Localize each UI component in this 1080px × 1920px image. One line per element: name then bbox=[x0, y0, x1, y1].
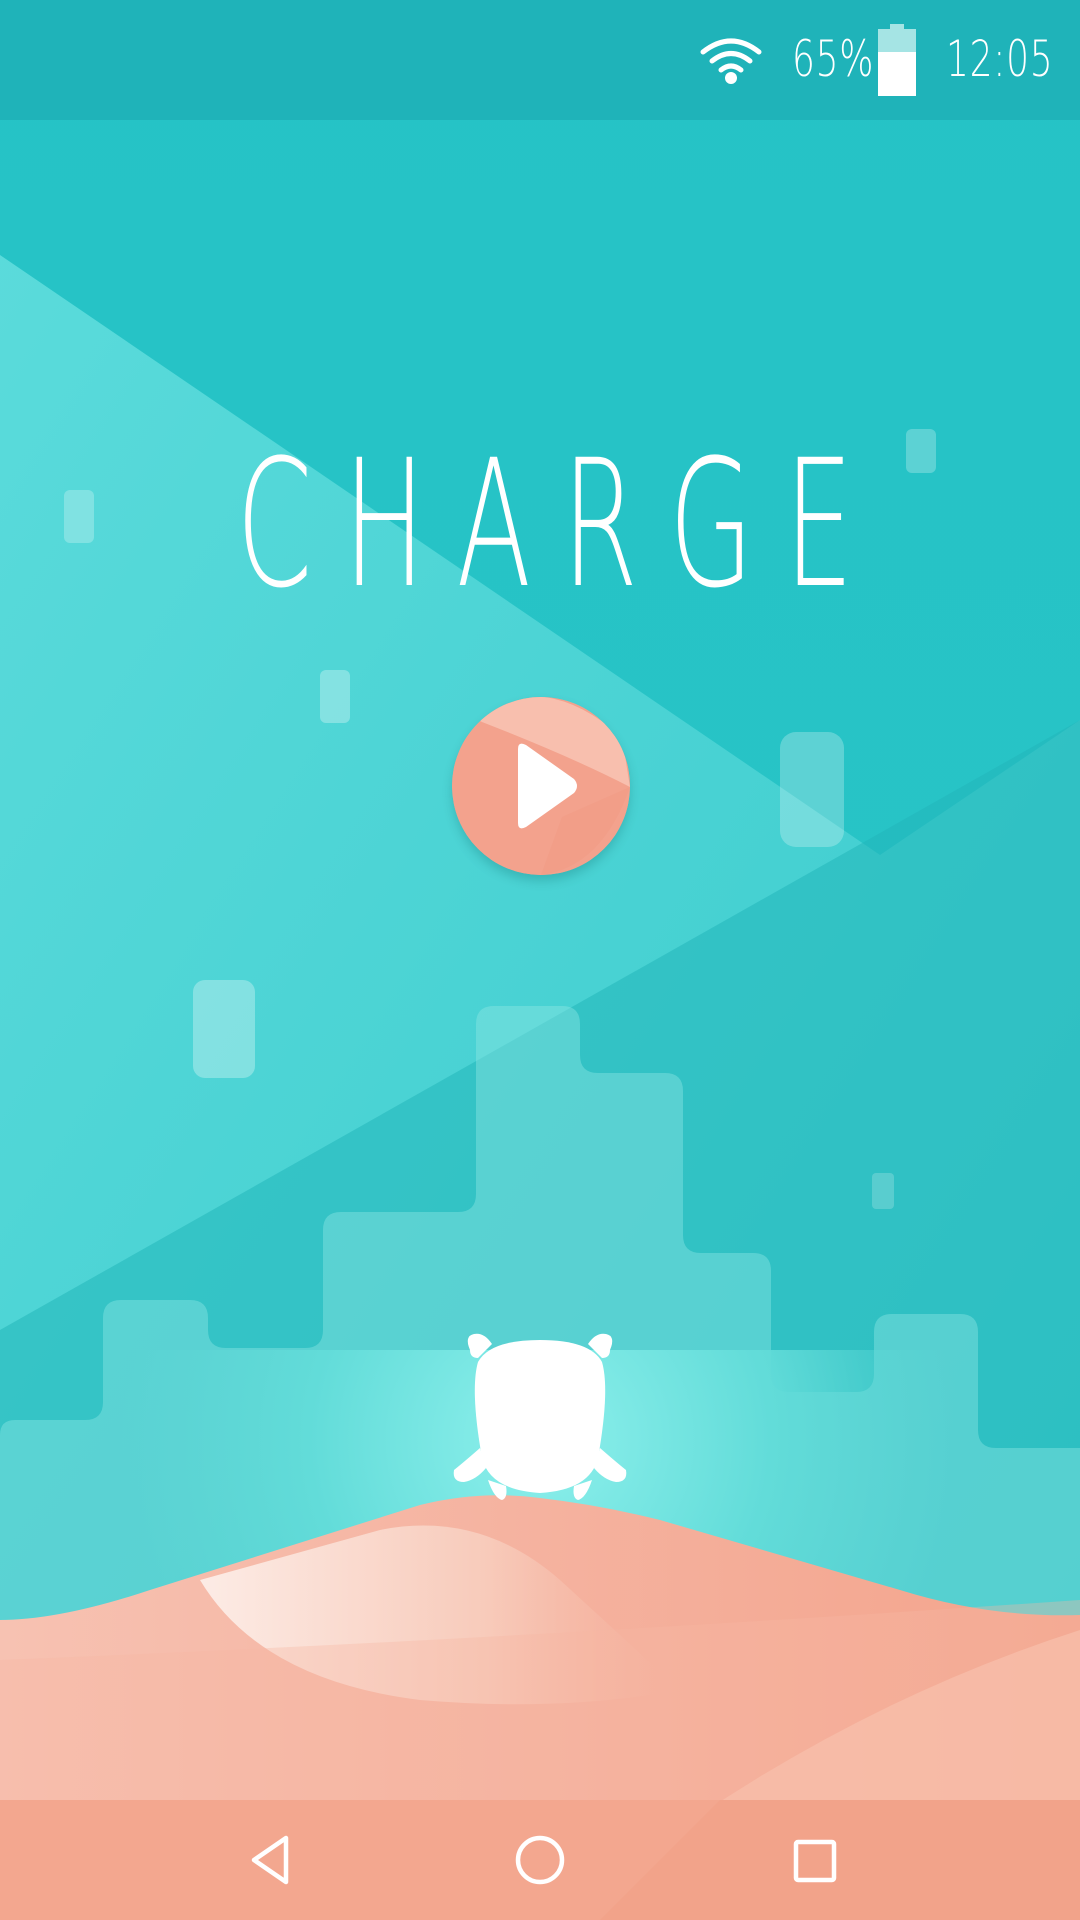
creature-mascot-icon bbox=[453, 1333, 627, 1500]
home-circle-icon bbox=[515, 1835, 565, 1885]
clock-text: 12:05 bbox=[946, 30, 1054, 88]
nav-back-button[interactable] bbox=[190, 1800, 350, 1920]
game-screen: 65% 12:05 CHARGE bbox=[0, 0, 1080, 1920]
background-scene bbox=[0, 0, 1080, 1920]
status-bar: 65% 12:05 bbox=[0, 0, 1080, 120]
play-button[interactable] bbox=[452, 697, 630, 875]
recent-apps-square-icon bbox=[793, 1839, 837, 1883]
nav-home-button[interactable] bbox=[460, 1800, 620, 1920]
nav-recent-apps-button[interactable] bbox=[734, 1800, 894, 1920]
navigation-bar bbox=[0, 1800, 1080, 1920]
back-triangle-icon bbox=[251, 1835, 289, 1885]
wifi-icon bbox=[700, 38, 762, 84]
battery-level-fill bbox=[878, 52, 916, 96]
battery-percent-text: 65% bbox=[792, 30, 875, 88]
game-title: CHARGE bbox=[236, 422, 885, 627]
play-button-face bbox=[452, 697, 630, 875]
battery-icon bbox=[878, 24, 916, 96]
